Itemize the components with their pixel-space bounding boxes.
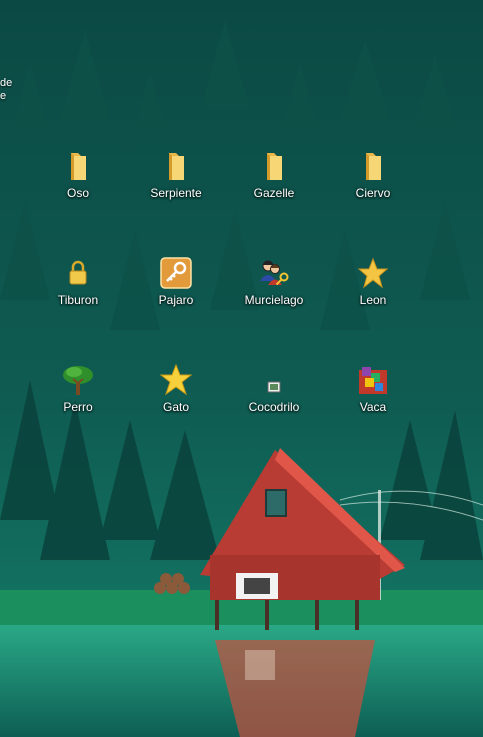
desktop-icon-vaca[interactable]: Vaca — [330, 364, 416, 436]
icon-label: Pajaro — [158, 293, 194, 307]
icon-label: Serpiente — [150, 186, 202, 200]
tree-icon — [63, 366, 93, 395]
icon-label: Gato — [162, 400, 189, 414]
desktop-icon-murcielago[interactable]: Murcielago — [231, 257, 317, 329]
padlock-icon — [69, 260, 87, 285]
key-icon — [160, 257, 192, 289]
icon-label: Cocodrilo — [248, 400, 300, 414]
desktop-icon-gazelle[interactable]: Gazelle — [231, 150, 317, 222]
desktop-icon-perro[interactable]: Perro — [35, 364, 121, 436]
clipped-label-line2: e — [0, 90, 7, 102]
icon-label: Vaca — [359, 400, 387, 414]
icon-label: Oso — [66, 186, 89, 200]
icon-label: Ciervo — [355, 186, 391, 200]
icon-label: Murcielago — [244, 293, 304, 307]
icon-label: Leon — [359, 293, 387, 307]
desktop-icon-cocodrilo[interactable]: Cocodrilo — [231, 364, 317, 436]
folder-icon — [267, 153, 282, 180]
desktop-icon-ciervo[interactable]: Ciervo — [330, 150, 416, 222]
star-icon — [357, 257, 389, 289]
icon-label: Perro — [63, 400, 93, 414]
folder-icon — [71, 153, 86, 180]
desktop-icon-tiburon[interactable]: Tiburon — [35, 257, 121, 329]
small-image-icon — [267, 381, 281, 393]
desktop-icon-pajaro[interactable]: Pajaro — [133, 257, 219, 329]
desktop-icon-leon[interactable]: Leon — [330, 257, 416, 329]
desktop-icon-oso[interactable]: Oso — [35, 150, 121, 222]
folder-icon — [366, 153, 381, 180]
cubes-box-icon — [359, 367, 387, 394]
desktop-icon-serpiente[interactable]: Serpiente — [133, 150, 219, 222]
star-icon — [160, 364, 192, 396]
icon-label: Tiburon — [57, 293, 99, 307]
icon-label: Gazelle — [253, 186, 295, 200]
users-key-icon — [260, 260, 289, 286]
desktop-icon-gato[interactable]: Gato — [133, 364, 219, 436]
clipped-label-line1: de — [0, 77, 13, 89]
clipped-desktop-label[interactable]: de e — [0, 77, 12, 103]
folder-icon — [169, 153, 184, 180]
